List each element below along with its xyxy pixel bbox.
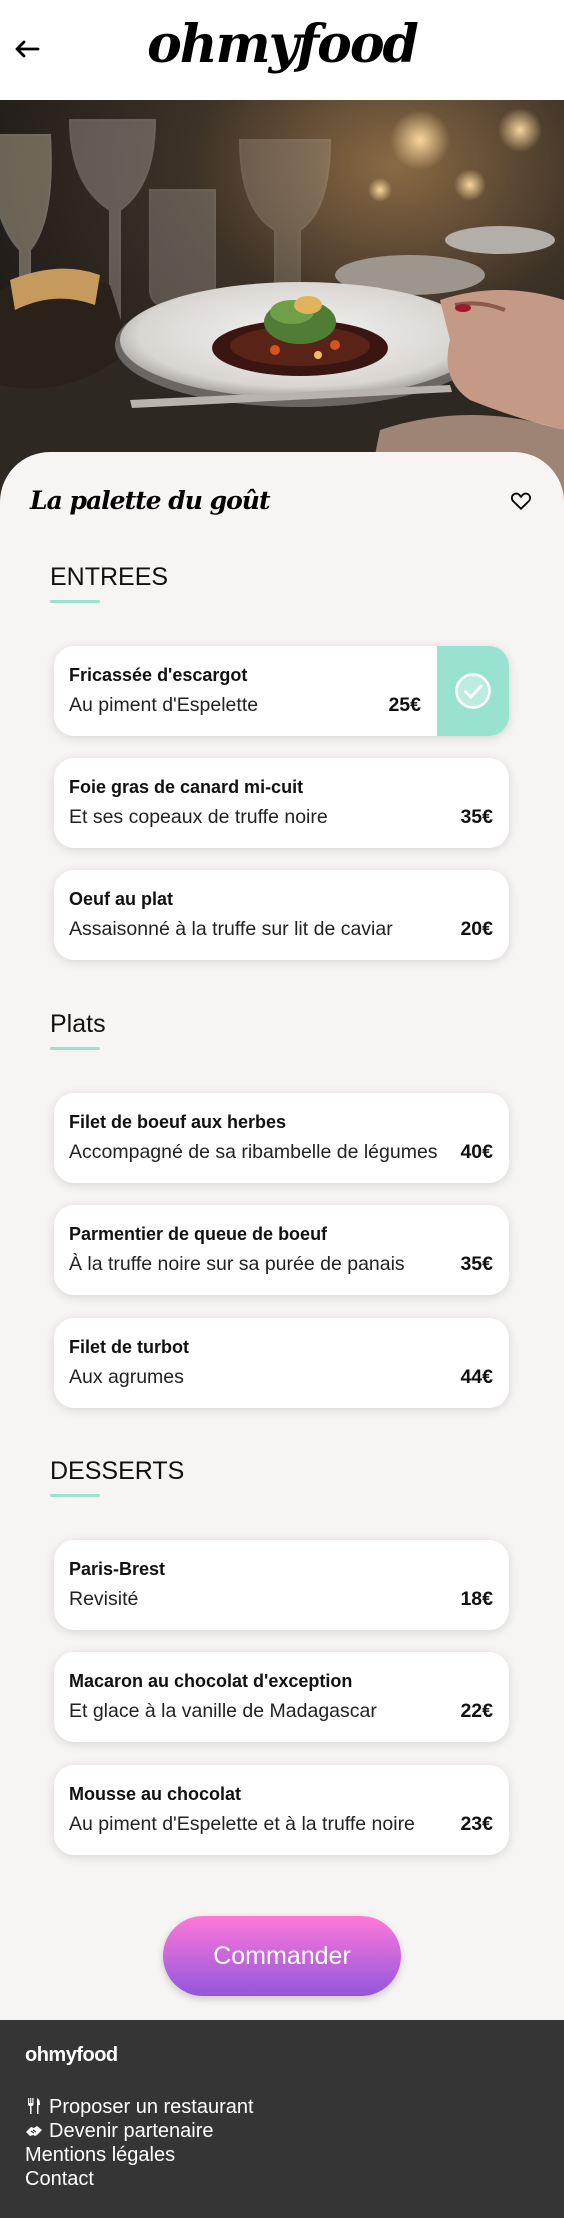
- dish-card[interactable]: Foie gras de canard mi-cuit Et ses copea…: [54, 758, 509, 848]
- section-underline: [50, 1047, 100, 1050]
- dish-description: Au piment d'Espelette: [69, 694, 259, 716]
- section-title-plats: Plats: [50, 1010, 106, 1038]
- dish-price: 22€: [460, 1700, 493, 1722]
- dish-selected-indicator: [437, 646, 509, 736]
- dish-name: Fricassée d'escargot: [69, 665, 248, 685]
- dish-description: Accompagné de sa ribambelle de légumes: [69, 1141, 438, 1163]
- like-button[interactable]: [510, 490, 534, 514]
- dish-name: Oeuf au plat: [69, 889, 174, 909]
- dish-price: 18€: [460, 1588, 493, 1610]
- footer: ohmyfood Proposer un restaurant Devenir …: [0, 2020, 564, 2218]
- heart-outline-icon: [510, 492, 532, 510]
- section-underline: [50, 600, 100, 603]
- dish-name: Paris-Brest: [69, 1559, 166, 1579]
- section-title-desserts: DESSERTS: [50, 1457, 185, 1485]
- dish-description: Au piment d'Espelette et à la truffe noi…: [69, 1813, 415, 1835]
- dish-description: À la truffe noire sur sa purée de panais: [69, 1253, 405, 1275]
- dish-card[interactable]: Filet de boeuf aux herbes Accompagné de …: [54, 1093, 509, 1183]
- dish-price: 35€: [460, 806, 493, 828]
- footer-link-label: Proposer un restaurant: [49, 2096, 254, 2118]
- dish-name: Foie gras de canard mi-cuit: [69, 777, 304, 797]
- dish-description: Assaisonné à la truffe sur lit de caviar: [69, 918, 393, 940]
- footer-link-legal[interactable]: Mentions légales: [25, 2144, 175, 2167]
- app-logo[interactable]: ohmyfood: [0, 14, 564, 75]
- dish-card[interactable]: Paris-Brest Revisité 18€: [54, 1540, 509, 1630]
- utensils-icon: [28, 2098, 40, 2114]
- dish-card[interactable]: Oeuf au plat Assaisonné à la truffe sur …: [54, 870, 509, 960]
- dish-name: Filet de boeuf aux herbes: [69, 1112, 287, 1132]
- dish-price: 44€: [460, 1366, 493, 1388]
- dish-price: 35€: [460, 1253, 493, 1275]
- dish-name: Parmentier de queue de boeuf: [69, 1224, 328, 1244]
- restaurant-name: La palette du goût: [30, 486, 271, 515]
- section-title-entrees: ENTREES: [50, 563, 169, 591]
- dish-name: Filet de turbot: [69, 1337, 189, 1357]
- dish-card[interactable]: Fricassée d'escargot Au piment d'Espelet…: [54, 646, 509, 736]
- footer-logo[interactable]: ohmyfood: [25, 2044, 118, 2067]
- dish-price: 23€: [460, 1813, 493, 1835]
- dish-card[interactable]: Macaron au chocolat d'exception Et glace…: [54, 1652, 509, 1742]
- check-circle-icon: [455, 673, 491, 709]
- dish-price: 20€: [460, 918, 493, 940]
- dish-card[interactable]: Mousse au chocolat Au piment d'Espelette…: [54, 1765, 509, 1855]
- footer-link-contact[interactable]: Contact: [25, 2168, 94, 2191]
- dish-description: Aux agrumes: [69, 1366, 184, 1388]
- dish-card[interactable]: Filet de turbot Aux agrumes 44€: [54, 1318, 509, 1408]
- dish-name: Mousse au chocolat: [69, 1784, 242, 1804]
- dish-description: Revisité: [69, 1588, 139, 1610]
- dish-price: 40€: [460, 1141, 493, 1163]
- header: ohmyfood: [0, 0, 564, 100]
- footer-link-label: Devenir partenaire: [49, 2120, 214, 2142]
- dish-description: Et glace à la vanille de Madagascar: [69, 1700, 377, 1722]
- dish-card[interactable]: Parmentier de queue de boeuf À la truffe…: [54, 1205, 509, 1295]
- dish-name: Macaron au chocolat d'exception: [69, 1671, 353, 1691]
- section-underline: [50, 1494, 100, 1497]
- dish-price: 25€: [388, 694, 421, 716]
- order-button[interactable]: Commander: [163, 1916, 401, 1996]
- dish-description: Et ses copeaux de truffe noire: [69, 806, 328, 828]
- handshake-icon: [26, 2126, 42, 2136]
- footer-link-become-partner[interactable]: Devenir partenaire: [25, 2120, 214, 2143]
- footer-link-propose-restaurant[interactable]: Proposer un restaurant: [25, 2096, 254, 2119]
